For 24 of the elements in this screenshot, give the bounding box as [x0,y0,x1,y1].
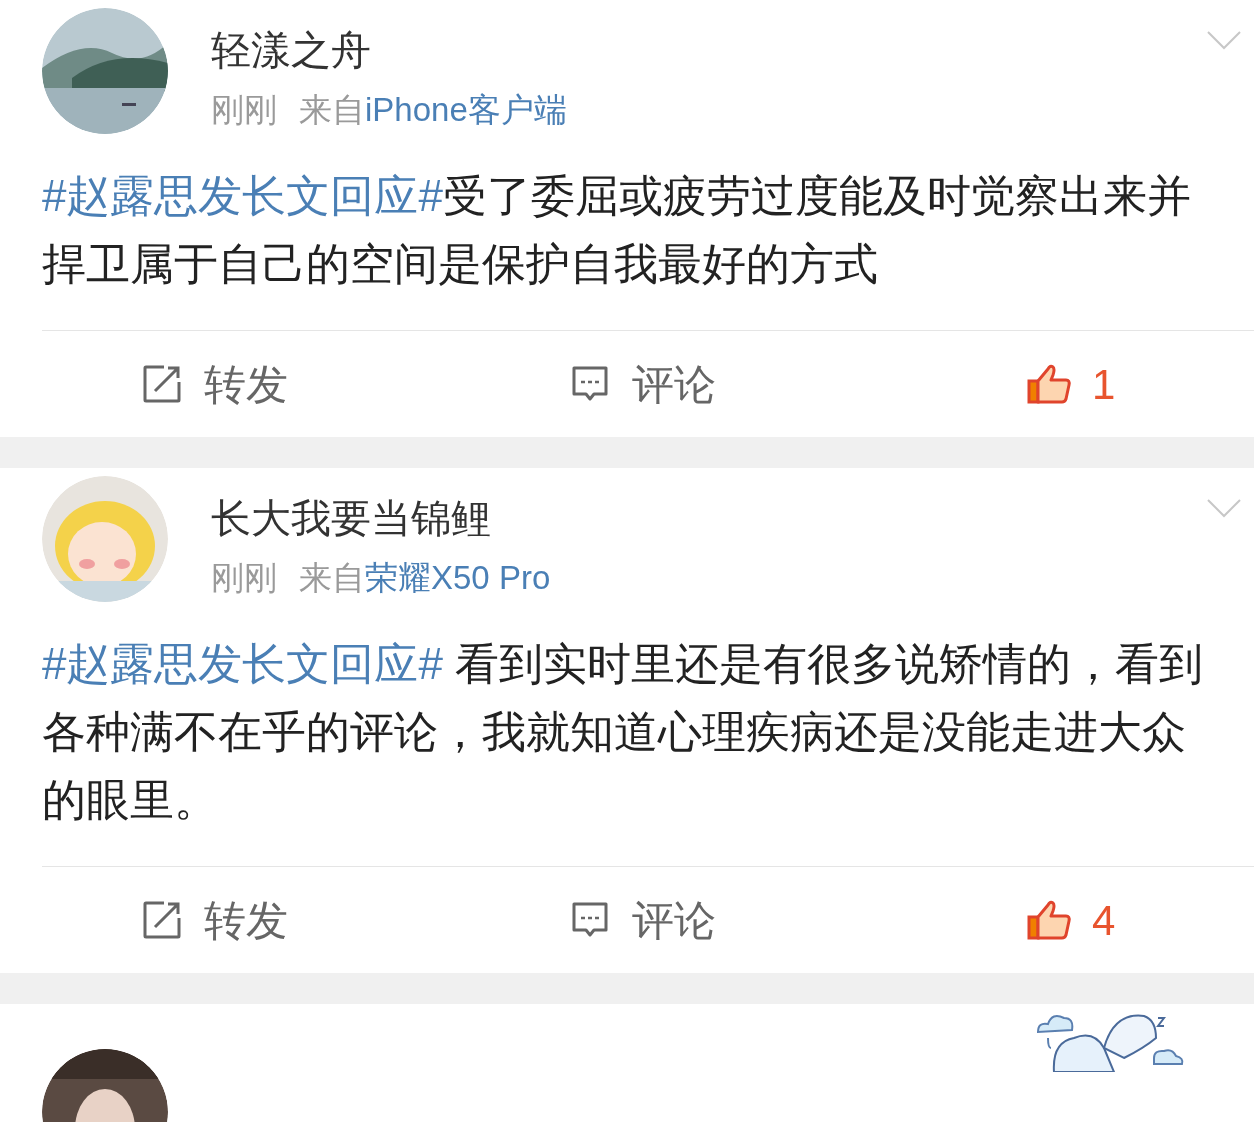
user-name[interactable]: 轻漾之舟 [211,26,567,74]
topic-link[interactable]: #赵露思发长文回应# [42,639,443,688]
like-button[interactable]: 4 [1026,888,1116,952]
user-name[interactable]: 长大我要当锦鲤 [211,494,551,542]
source-label: 来自 [299,90,365,130]
topic-link[interactable]: #赵露思发长文回应# [42,171,443,220]
like-button[interactable]: 1 [1026,352,1116,416]
source-link[interactable]: 荣耀X50 Pro [365,558,551,598]
chevron-down-icon[interactable] [1206,498,1242,518]
thumbs-up-icon [1026,363,1072,405]
source-label: 来自 [299,558,365,598]
share-icon [142,364,182,404]
post-time: 刚刚 [211,558,277,598]
comment-button[interactable]: 评论 [570,888,716,952]
chevron-down-icon[interactable] [1206,30,1242,50]
comment-button[interactable]: 评论 [570,352,716,416]
thumbs-up-icon [1026,899,1072,941]
repost-button[interactable]: 转发 [142,888,288,952]
post-time: 刚刚 [211,90,277,130]
repost-button[interactable]: 转发 [142,352,288,416]
share-icon [142,900,182,940]
source-link[interactable]: iPhone客户端 [365,90,567,130]
post-text: #赵露思发长文回应# 看到实时里还是有很多说矫情的，看到各种满不在乎的评论，我就知道心理疾病还是没能走进大众的眼里。 [42,638,1205,826]
post-text: #赵露思发长文回应#受了委屈或疲劳过度能及时觉察出来并捍卫属于自己的空间是保护自我最好的方式 [42,170,1192,290]
